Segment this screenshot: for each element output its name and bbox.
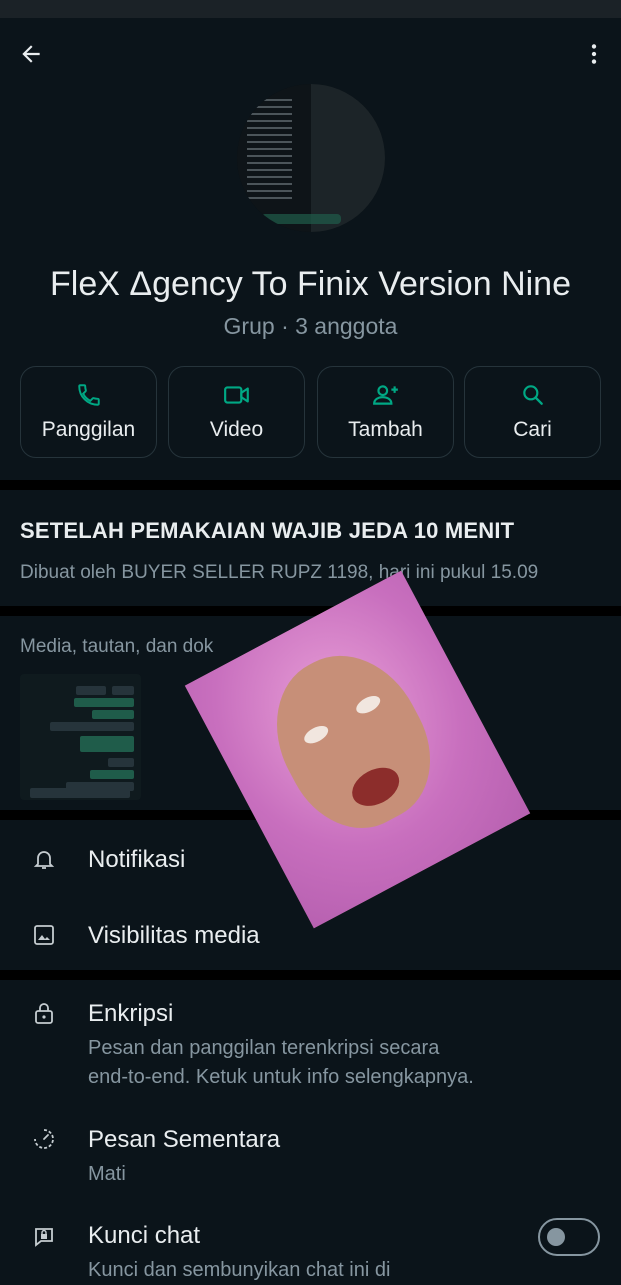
- video-label: Video: [209, 418, 264, 441]
- image-icon: [34, 925, 54, 945]
- notifications-title: Notifikasi: [88, 846, 186, 873]
- bell-icon: [33, 851, 55, 869]
- lock-icon: [35, 1003, 53, 1024]
- search-icon: [522, 385, 543, 405]
- action-buttons: Panggilan Video Tambah Cari: [20, 366, 601, 458]
- back-button[interactable]: [9, 32, 53, 76]
- call-label: Panggilan: [41, 418, 136, 441]
- top-bar: [0, 18, 621, 88]
- group-description-meta: Dibuat oleh BUYER SELLER RUPZ 1198, hari…: [20, 562, 539, 583]
- more-options-button[interactable]: [572, 32, 616, 76]
- media-visibility-title: Visibilitas media: [88, 922, 260, 949]
- group-name[interactable]: FleX Δgency To Finix Version Nine: [0, 262, 621, 306]
- section-divider: [0, 970, 621, 980]
- disappearing-messages-title: Pesan Sementara: [88, 1126, 281, 1153]
- add-person-icon: [372, 385, 398, 405]
- status-bar: [0, 0, 621, 18]
- media-thumbnail[interactable]: [20, 674, 141, 800]
- chat-lock-row[interactable]: Kunci chat Kunci dan sembunyikan chat in…: [0, 1220, 621, 1281]
- chat-lock-description: Kunci dan sembunyikan chat ini di: [88, 1259, 391, 1281]
- arrow-left-icon: [22, 45, 40, 63]
- add-member-button[interactable]: Tambah: [317, 366, 454, 458]
- search-label: Cari: [513, 418, 552, 441]
- call-button[interactable]: Panggilan: [20, 366, 157, 458]
- video-icon: [223, 386, 249, 404]
- group-description-title[interactable]: SETELAH PEMAKAIAN WAJIB JEDA 10 MENIT: [20, 518, 514, 544]
- disappearing-messages-status: Mati: [88, 1163, 126, 1185]
- disappearing-messages-row[interactable]: Pesan Sementara Mati: [0, 1122, 621, 1192]
- toggle-knob: [547, 1228, 565, 1246]
- chat-lock-toggle[interactable]: [538, 1218, 600, 1256]
- media-section-label[interactable]: Media, tautan, dan dok: [20, 636, 213, 658]
- group-avatar[interactable]: [237, 84, 385, 232]
- section-divider: [0, 480, 621, 490]
- phone-icon: [77, 384, 100, 406]
- chat-lock-icon: [35, 1228, 53, 1247]
- encryption-description-line2: end-to-end. Ketuk untuk info selengkapny…: [88, 1066, 474, 1088]
- video-button[interactable]: Video: [168, 366, 305, 458]
- encryption-title: Enkripsi: [88, 1000, 174, 1027]
- chat-lock-title: Kunci chat: [88, 1222, 201, 1249]
- group-member-count[interactable]: Grup · 3 anggota: [0, 313, 621, 340]
- section-divider: [0, 606, 621, 616]
- encryption-row[interactable]: Enkripsi Pesan dan panggilan terenkripsi…: [0, 996, 621, 1096]
- search-button[interactable]: Cari: [464, 366, 601, 458]
- more-vertical-icon: [591, 44, 597, 64]
- add-member-label: Tambah: [348, 418, 423, 441]
- timer-icon: [34, 1129, 54, 1149]
- encryption-description-line1: Pesan dan panggilan terenkripsi secara: [88, 1037, 440, 1059]
